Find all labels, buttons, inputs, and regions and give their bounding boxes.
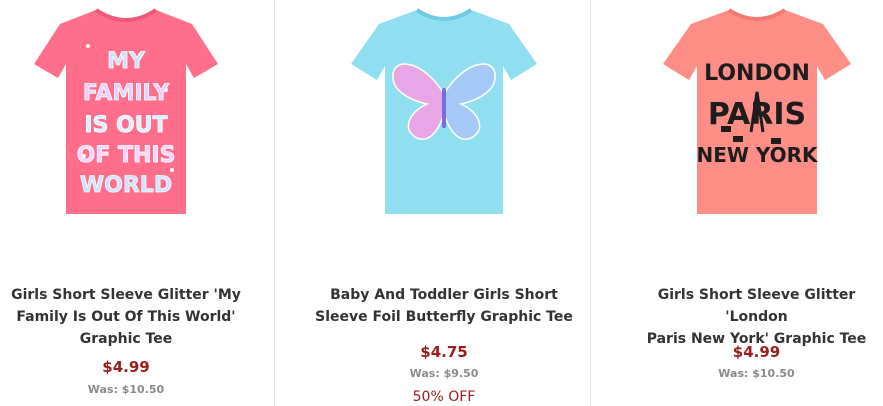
product-image[interactable]: LONDON PARIS NEW YORK	[630, 2, 883, 232]
product-image[interactable]	[298, 2, 590, 232]
product-title-line: Graphic Tee	[79, 331, 173, 347]
product-card[interactable]: Baby And Toddler Girls Short Sleeve Foil…	[298, 0, 590, 406]
product-card[interactable]: MY FAMILY IS OUT OF THIS WORLD Girls Sho…	[0, 0, 252, 406]
column-divider	[590, 0, 591, 406]
svg-text:FAMILY: FAMILY	[83, 81, 170, 106]
svg-text:MY: MY	[107, 49, 146, 74]
product-was-price: Was: $9.50	[409, 367, 479, 380]
svg-text:LONDON: LONDON	[704, 61, 810, 86]
product-price: $4.99	[102, 358, 150, 376]
discount-badge: 50% OFF	[412, 389, 476, 405]
column-divider	[274, 0, 275, 406]
product-title[interactable]: Girls Short Sleeve Glitter 'My Family Is…	[0, 284, 252, 350]
tee-shirt-graphic: LONDON PARIS NEW YORK	[662, 8, 851, 214]
product-title-line: Sleeve Foil Butterfly Graphic Tee	[315, 309, 573, 325]
product-title-line: Baby And Toddler Girls Short	[330, 287, 558, 303]
product-was-price: Was: $10.50	[87, 383, 165, 396]
product-card[interactable]: LONDON PARIS NEW YORK Girls Short Sleeve…	[630, 0, 883, 406]
product-title-line: Girls Short Sleeve Glitter 'London	[657, 287, 856, 325]
product-grid: MY FAMILY IS OUT OF THIS WORLD Girls Sho…	[0, 0, 883, 406]
product-image[interactable]: MY FAMILY IS OUT OF THIS WORLD	[0, 2, 252, 232]
product-title-line: Family Is Out Of This World'	[16, 309, 236, 325]
svg-text:NEW YORK: NEW YORK	[696, 143, 819, 167]
product-title[interactable]: Girls Short Sleeve Glitter 'London Paris…	[630, 284, 883, 350]
tee-shirt-graphic	[351, 8, 537, 214]
svg-text:OF THIS: OF THIS	[77, 143, 176, 168]
svg-text:WORLD: WORLD	[80, 173, 172, 198]
product-title[interactable]: Baby And Toddler Girls Short Sleeve Foil…	[298, 284, 590, 328]
product-price: $4.75	[420, 343, 468, 361]
product-was-price: Was: $10.50	[718, 367, 795, 380]
product-price: $4.99	[732, 343, 781, 361]
tee-shirt-graphic: MY FAMILY IS OUT OF THIS WORLD	[34, 8, 218, 214]
product-title-line: Girls Short Sleeve Glitter 'My	[11, 287, 241, 303]
svg-text:IS OUT: IS OUT	[84, 113, 167, 138]
